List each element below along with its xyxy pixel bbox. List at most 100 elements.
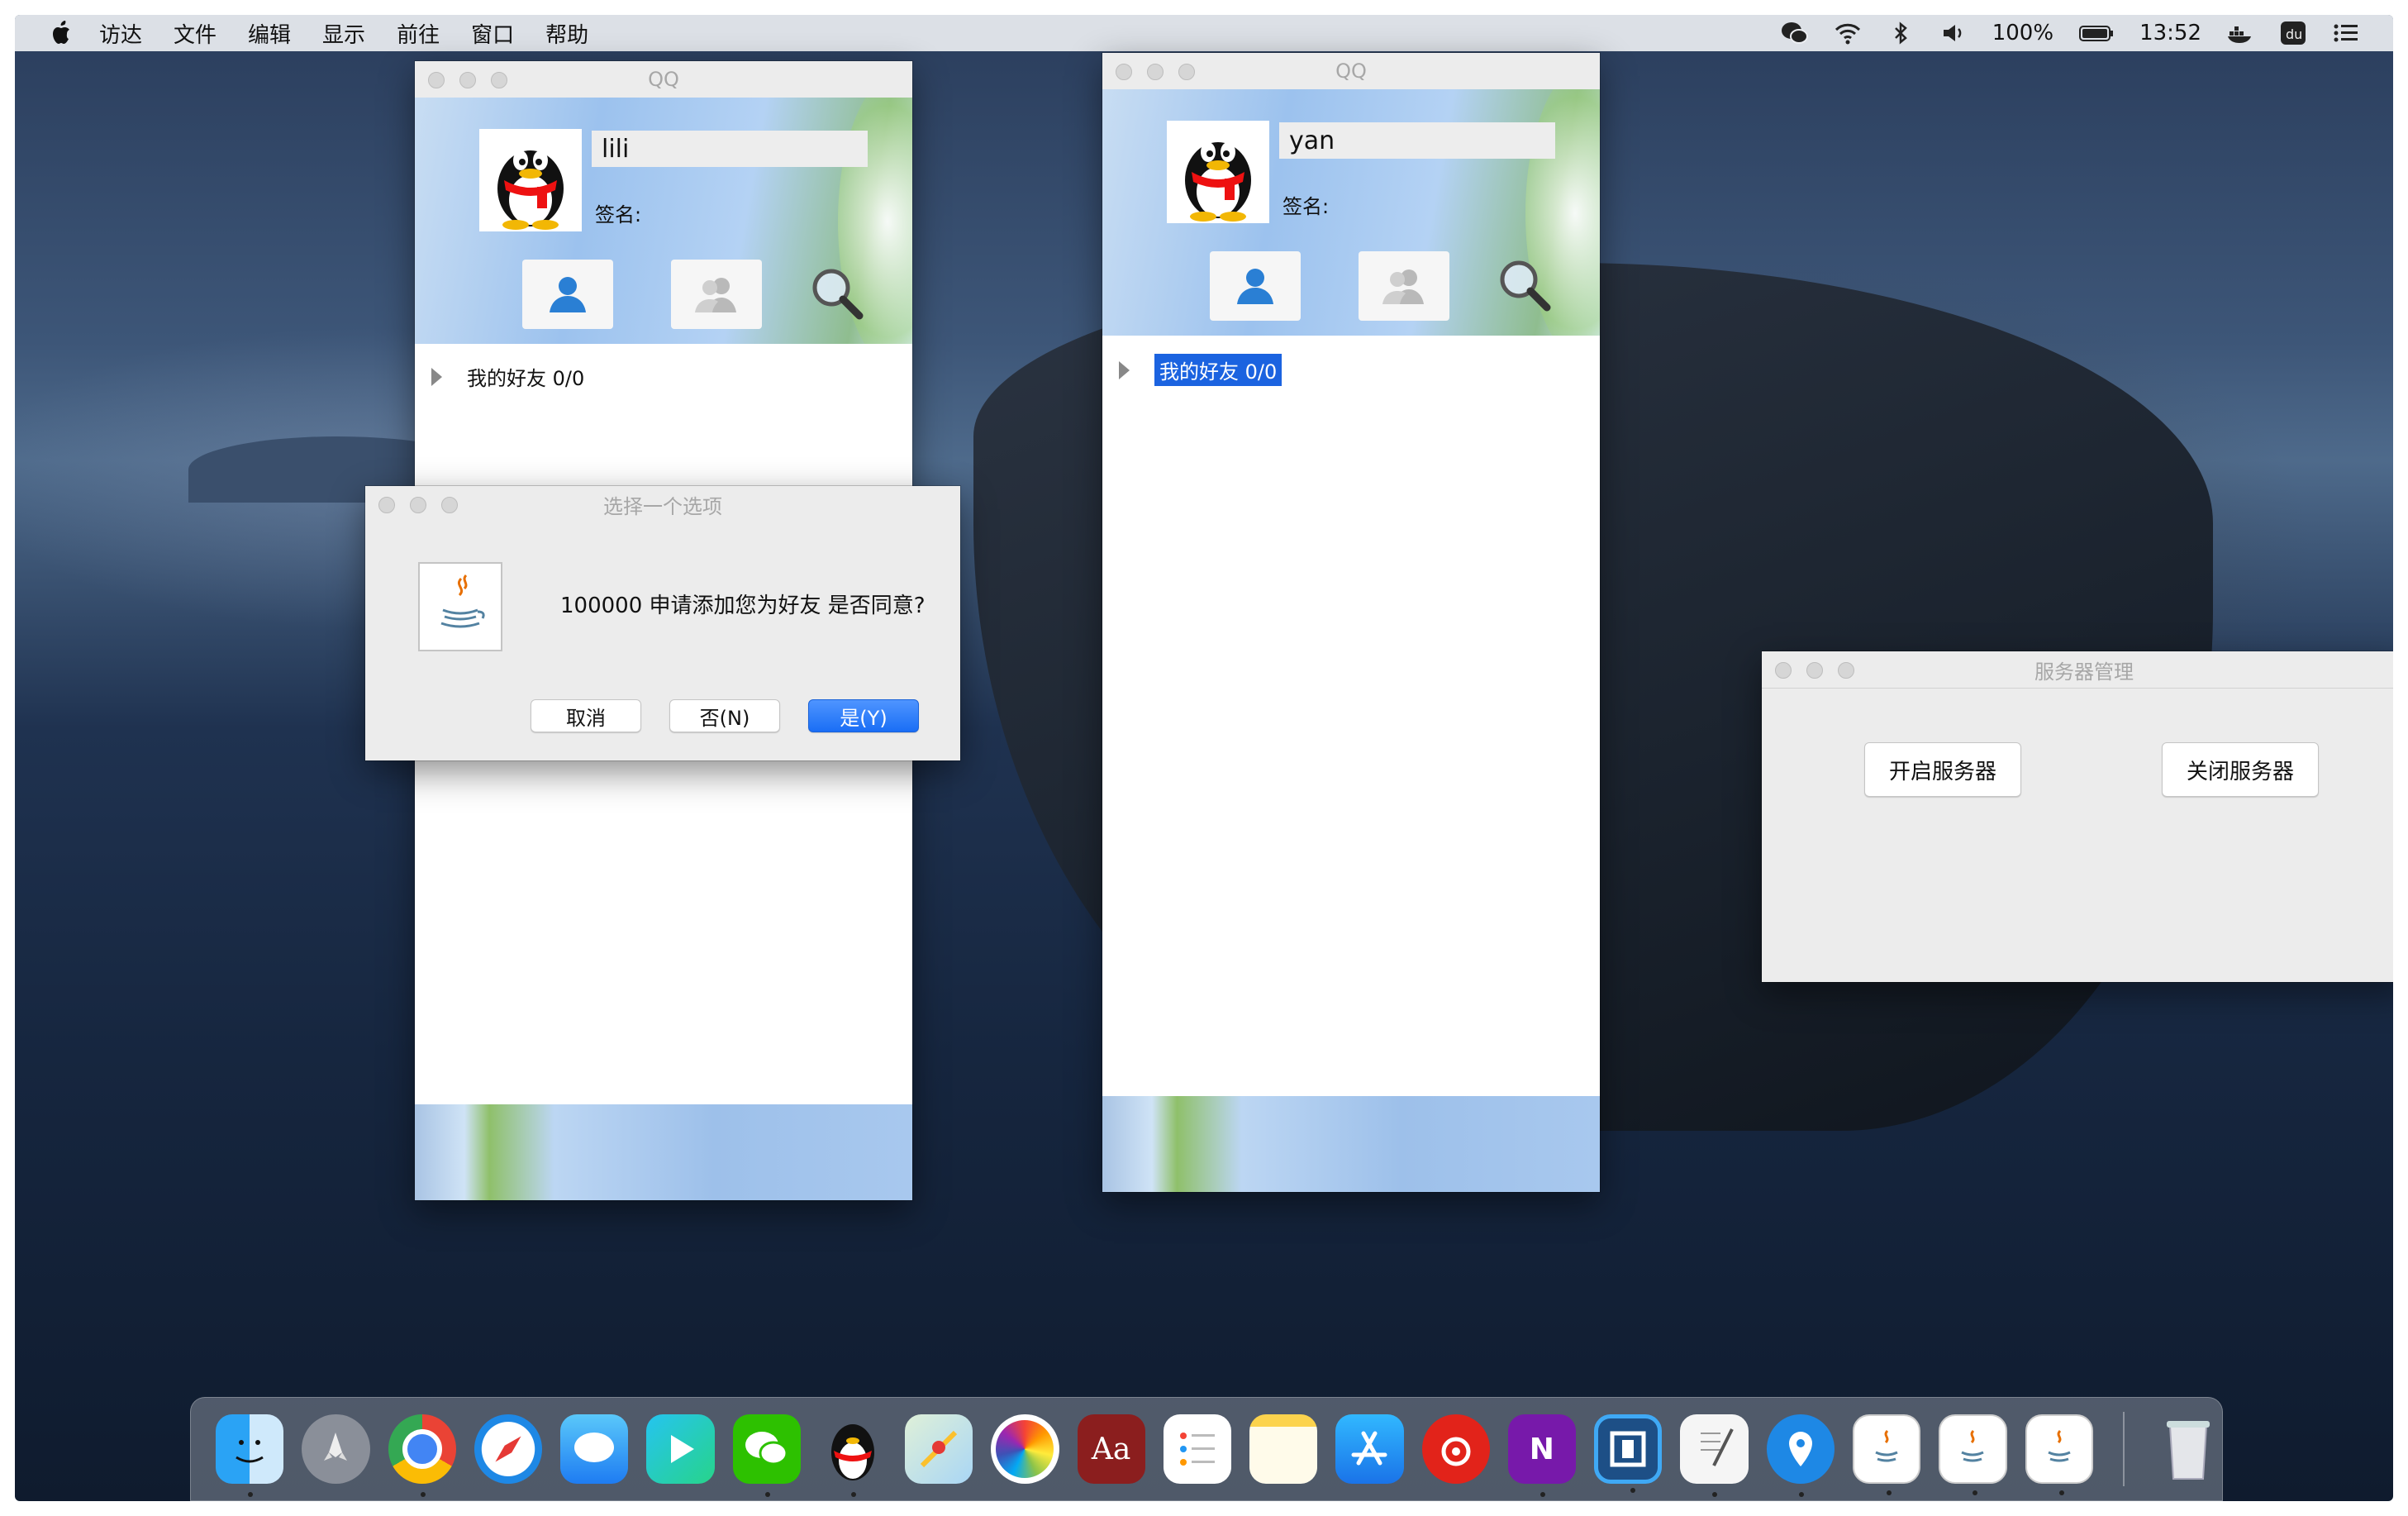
start-server-button[interactable]: 开启服务器 [1864,742,2021,797]
dialog-body: 100000 申请添加您为好友 是否同意? 取消 否(N) 是(Y) [365,522,960,760]
expand-arrow-icon[interactable] [1119,360,1130,379]
friend-group-row[interactable]: 我的好友 0/0 [1119,354,1283,386]
maps-icon[interactable] [905,1414,973,1484]
dictionary-icon[interactable]: Aa [1077,1414,1145,1484]
zoom-button[interactable] [491,72,507,88]
dock-separator [2122,1412,2125,1486]
window-title: QQ [1335,60,1367,83]
battery-percent: 100% [1992,21,2054,45]
location-icon[interactable] [1766,1414,1835,1497]
close-button[interactable] [1116,64,1132,80]
qq-footer-banner [415,1104,912,1200]
menu-edit[interactable]: 编辑 [248,18,291,49]
launchpad-icon[interactable] [302,1414,370,1484]
onenote-icon[interactable]: N [1507,1414,1576,1497]
zoom-button[interactable] [1178,64,1195,80]
appstore-icon[interactable] [1335,1414,1404,1484]
minimize-button[interactable] [459,72,476,88]
expand-arrow-icon[interactable] [431,367,442,386]
dialog-titlebar[interactable]: 选择一个选项 [365,486,960,523]
search-button[interactable] [800,260,874,329]
volume-icon[interactable] [1939,21,1968,45]
battery-icon[interactable] [2078,21,2115,45]
wifi-icon[interactable] [1834,21,1862,45]
zoom-button[interactable] [441,497,458,513]
chrome-icon[interactable] [388,1414,456,1497]
window-title: QQ [648,68,679,91]
netease-music-icon[interactable] [1421,1414,1490,1484]
clock[interactable]: 13:52 [2139,21,2201,45]
friend-group-row[interactable]: 我的好友 0/0 [431,362,584,391]
qq-profile-header: yan 签名: [1102,89,1600,336]
qq-footer-banner [1102,1096,1600,1192]
reminders-icon[interactable] [1163,1414,1231,1484]
signature-label: 签名: [1283,195,1330,218]
svg-text:du: du [2286,26,2302,42]
search-icon [812,269,864,320]
avatar[interactable] [479,129,582,231]
docker-icon[interactable] [2226,21,2254,45]
minimize-button[interactable] [410,497,426,513]
server-manager-window: 服务器管理 开启服务器 关闭服务器 [1762,651,2393,982]
wechat-status-icon[interactable] [1781,21,1809,45]
group-icon [695,278,736,312]
java-app-icon-3[interactable] [2025,1414,2093,1495]
tab-contacts[interactable] [522,260,613,329]
menu-finder[interactable]: 访达 [99,18,142,49]
no-button[interactable]: 否(N) [669,699,780,732]
video-icon[interactable] [646,1414,715,1484]
tab-groups[interactable] [1359,251,1449,321]
stop-server-button[interactable]: 关闭服务器 [2162,742,2319,797]
qq-window-titlebar[interactable]: QQ [1102,53,1600,90]
dialog-message: 100000 申请添加您为好友 是否同意? [560,594,926,618]
menu-file[interactable]: 文件 [174,18,217,49]
yes-button[interactable]: 是(Y) [808,699,919,732]
baidu-icon[interactable]: du [2279,21,2307,45]
minimize-button[interactable] [1806,662,1823,679]
finder-icon[interactable] [216,1414,284,1497]
remote-desktop-icon[interactable] [1594,1414,1663,1493]
group-icon [1382,269,1424,304]
username-field[interactable]: lili [592,131,868,167]
avatar[interactable] [1167,121,1269,223]
java-app-icon-2[interactable] [1939,1414,2007,1495]
option-dialog: 选择一个选项 100000 申请添加您为好友 是否同意? 取消 否(N) 是(Y… [365,486,960,760]
textedit-icon[interactable] [1680,1414,1749,1497]
tab-contacts[interactable] [1210,251,1301,321]
menu-help[interactable]: 帮助 [545,18,588,49]
close-button[interactable] [428,72,445,88]
username-field[interactable]: yan [1279,122,1555,159]
java-app-icon-1[interactable] [1852,1414,1921,1495]
menu-window[interactable]: 窗口 [471,18,514,49]
qq-icon[interactable] [819,1414,887,1497]
java-icon [418,562,502,651]
dock: Aa N [190,1397,2223,1501]
friend-group-label[interactable]: 我的好友 0/0 [467,362,584,391]
bluetooth-icon[interactable] [1887,21,1915,45]
penguin-avatar-icon [497,150,564,230]
menu-go[interactable]: 前往 [397,18,440,49]
messages-icon[interactable] [560,1414,629,1484]
trash-icon[interactable] [2154,1414,2222,1484]
server-titlebar[interactable]: 服务器管理 [1762,651,2393,689]
apple-menu-icon[interactable] [50,19,74,47]
notification-center-icon[interactable] [2332,21,2360,45]
minimize-button[interactable] [1147,64,1164,80]
onenote-glyph: N [1529,1432,1554,1466]
search-button[interactable] [1487,251,1562,321]
close-button[interactable] [378,497,395,513]
server-window-title: 服务器管理 [2034,660,2134,684]
notes-icon[interactable] [1249,1414,1318,1484]
photos-icon[interactable] [991,1414,1059,1484]
safari-icon[interactable] [474,1414,542,1484]
zoom-button[interactable] [1838,662,1854,679]
qq-window-titlebar[interactable]: QQ [415,61,912,98]
wechat-icon[interactable] [732,1414,801,1497]
close-button[interactable] [1775,662,1792,679]
friend-group-label[interactable]: 我的好友 0/0 [1154,354,1283,386]
signature-label: 签名: [595,203,642,226]
cancel-button[interactable]: 取消 [531,699,641,732]
menu-view[interactable]: 显示 [322,18,365,49]
search-icon [1500,260,1551,312]
tab-groups[interactable] [671,260,762,329]
